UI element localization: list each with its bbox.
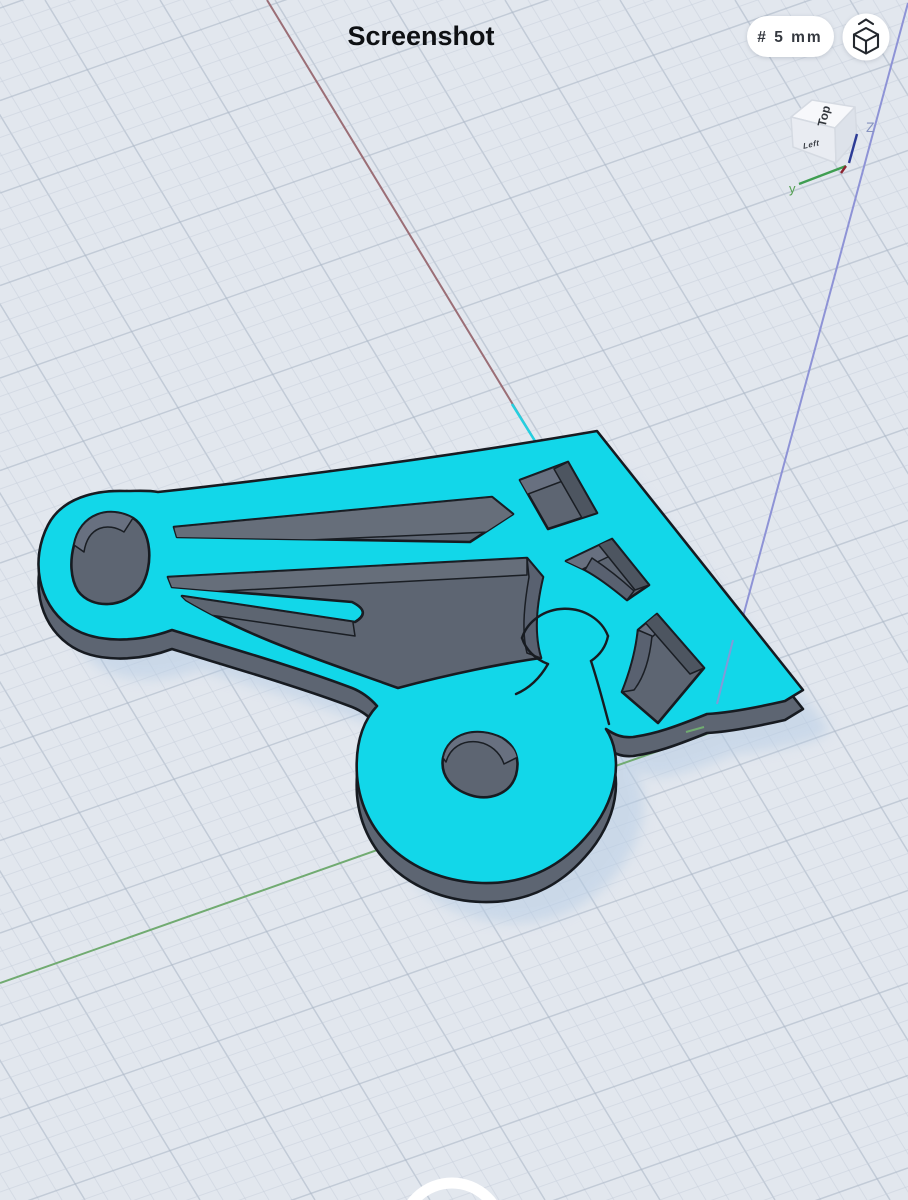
view-mode-button[interactable]: [843, 14, 890, 61]
gizmo-z-label: Z: [866, 119, 875, 135]
gizmo-y-label: y: [789, 181, 796, 196]
scene-canvas[interactable]: Top Left y Z Screenshot # 5 mm: [0, 0, 908, 1200]
dimension-pill-label: # 5 mm: [757, 29, 822, 46]
dimension-pill[interactable]: # 5 mm: [747, 16, 834, 57]
document-title: Screenshot: [347, 21, 494, 51]
cad-viewport[interactable]: Top Left y Z Screenshot # 5 mm: [0, 0, 908, 1200]
